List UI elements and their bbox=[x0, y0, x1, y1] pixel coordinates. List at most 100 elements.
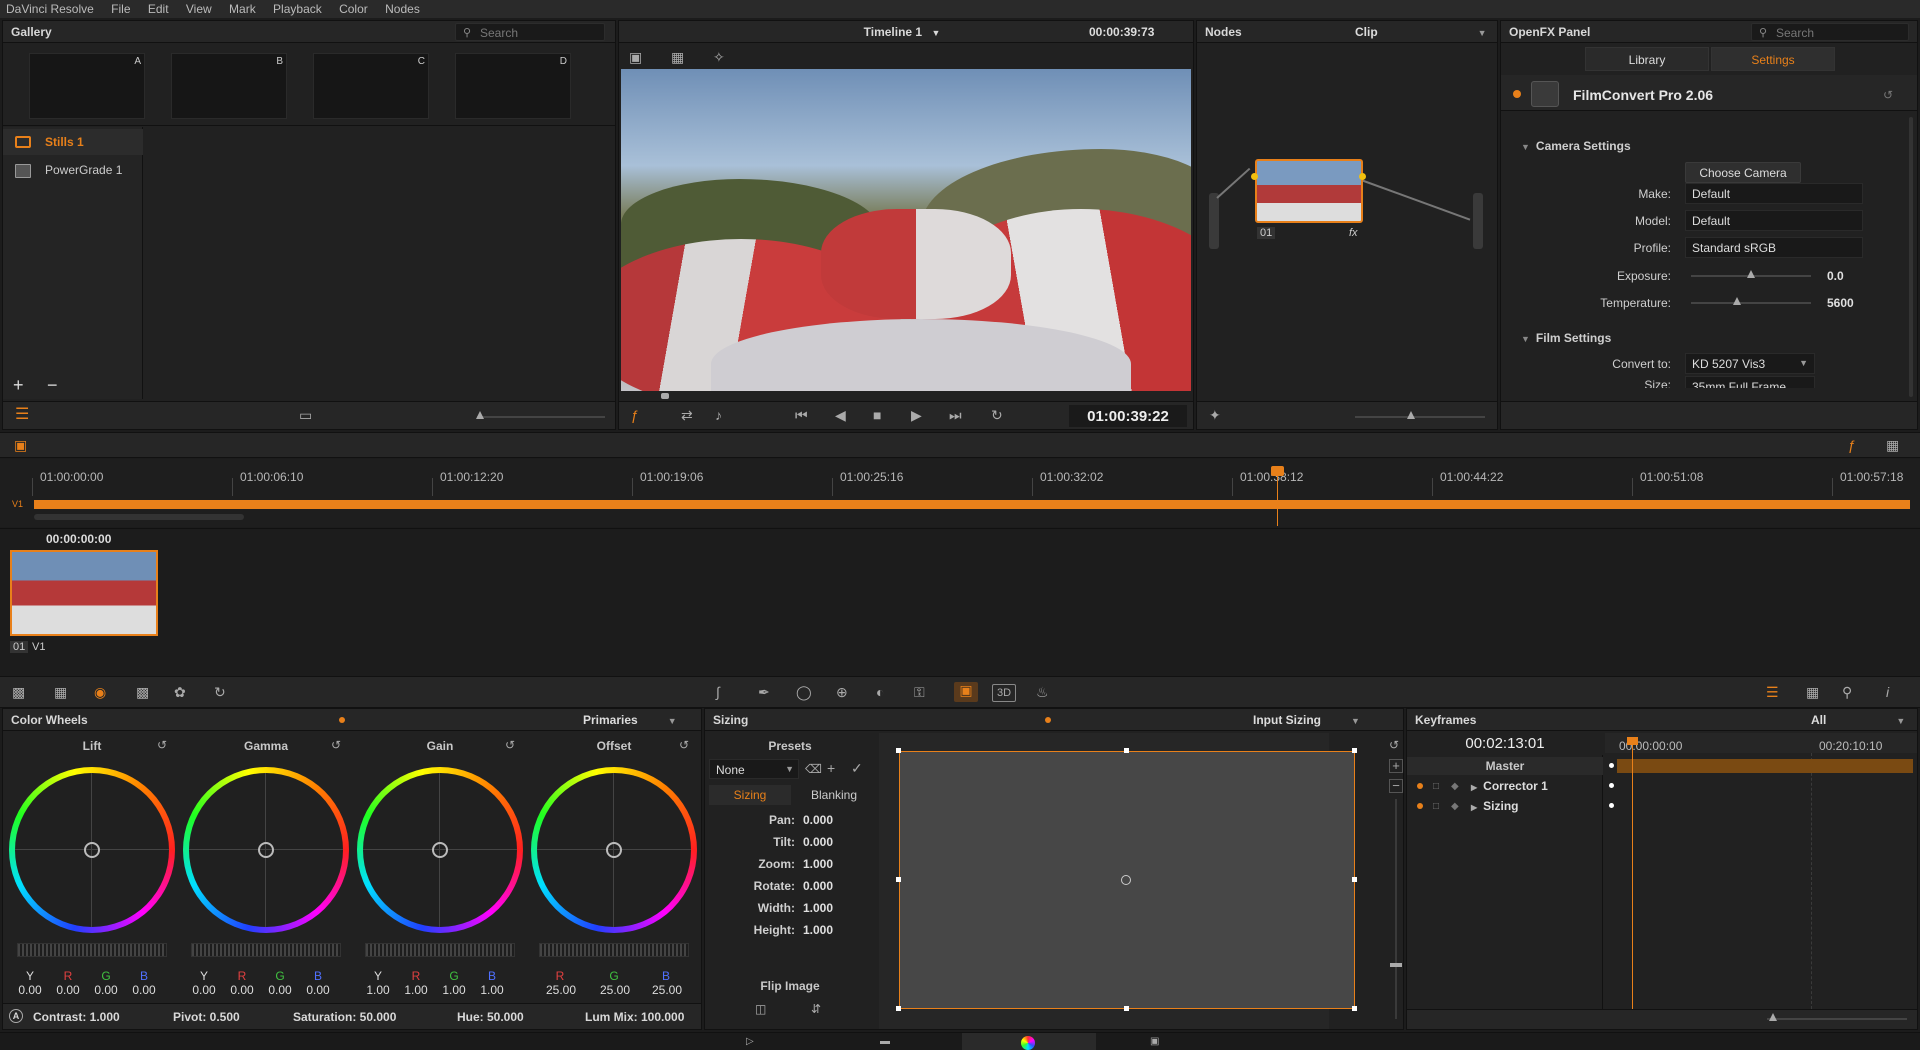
frame-handle[interactable] bbox=[1124, 1006, 1129, 1011]
check-icon[interactable]: ✓ bbox=[851, 760, 863, 776]
kf-zoom-slider[interactable] bbox=[1767, 1018, 1907, 1020]
corrector-enable-dot[interactable] bbox=[1417, 783, 1423, 789]
gallery-slot-d[interactable]: D bbox=[455, 53, 571, 119]
master-wheel[interactable] bbox=[17, 943, 167, 957]
kf-row-corrector[interactable]: ▶ Corrector 1 bbox=[1471, 779, 1548, 793]
reset-view-icon[interactable]: ↺ bbox=[1389, 737, 1399, 753]
rgb-mixer-icon[interactable]: ▩ bbox=[136, 684, 149, 700]
add-icon[interactable]: + bbox=[13, 376, 24, 394]
node-output-dot[interactable] bbox=[1359, 173, 1366, 180]
reset-icon[interactable]: ↺ bbox=[505, 737, 515, 753]
kf-playhead[interactable] bbox=[1632, 741, 1633, 1009]
reset-icon[interactable]: ↺ bbox=[679, 737, 689, 753]
r-value[interactable]: 25.00 bbox=[541, 983, 581, 997]
pivot-value[interactable]: Pivot: 0.500 bbox=[173, 1010, 240, 1024]
list-view-icon[interactable]: ☰ bbox=[15, 407, 29, 423]
master-wheel[interactable] bbox=[539, 943, 689, 957]
kf-master-bar[interactable] bbox=[1617, 759, 1913, 773]
exposure-thumb[interactable] bbox=[1747, 270, 1755, 278]
g-value[interactable]: 0.00 bbox=[265, 983, 295, 997]
color-wheel[interactable] bbox=[531, 767, 697, 933]
qualifier-icon[interactable]: ✒ bbox=[758, 684, 770, 700]
b-value[interactable]: 0.00 bbox=[303, 983, 333, 997]
grid-icon[interactable]: ▦ bbox=[1806, 684, 1819, 700]
temperature-value[interactable]: 5600 bbox=[1827, 296, 1854, 310]
keyframe-icon[interactable]: ◆ bbox=[1451, 779, 1459, 795]
color-wheel[interactable] bbox=[9, 767, 175, 933]
kf-playhead-handle[interactable] bbox=[1627, 737, 1638, 745]
gallery-zoom-thumb[interactable] bbox=[476, 411, 484, 419]
frame-handle[interactable] bbox=[896, 748, 901, 753]
kf-dot[interactable] bbox=[1609, 763, 1614, 768]
keyframes-toggle-icon[interactable]: ☰ bbox=[1766, 684, 1779, 700]
frame-handle[interactable] bbox=[1352, 748, 1357, 753]
height-value[interactable]: 1.000 bbox=[803, 923, 833, 937]
menu-view[interactable]: View bbox=[186, 2, 212, 16]
volume-icon[interactable]: ♪ bbox=[715, 407, 722, 423]
profile-field[interactable]: Standard sRGB bbox=[1685, 237, 1863, 258]
canvas-zoom-thumb[interactable] bbox=[1390, 963, 1402, 967]
flip-horizontal-icon[interactable]: ◫ bbox=[755, 1001, 766, 1017]
tracker-icon[interactable]: ⊕ bbox=[836, 684, 848, 700]
key-icon[interactable]: ⚿ bbox=[914, 684, 925, 700]
album-stills[interactable]: Stills 1 bbox=[3, 129, 143, 155]
reverse-play-icon[interactable]: ◀ bbox=[835, 407, 846, 423]
kf-dot[interactable] bbox=[1609, 803, 1614, 808]
motion-effects-icon[interactable]: ✿ bbox=[174, 684, 186, 700]
shuffle-icon[interactable]: ⇄ bbox=[681, 407, 693, 423]
tab-blanking[interactable]: Blanking bbox=[793, 785, 875, 805]
master-wheel[interactable] bbox=[365, 943, 515, 957]
make-field[interactable]: Default bbox=[1685, 183, 1863, 204]
rotate-value[interactable]: 0.000 bbox=[803, 879, 833, 893]
frame-handle[interactable] bbox=[896, 1006, 901, 1011]
pan-value[interactable]: 0.000 bbox=[803, 813, 833, 827]
frame-handle[interactable] bbox=[1124, 748, 1129, 753]
menu-file[interactable]: File bbox=[111, 2, 130, 16]
3d-icon[interactable]: 3D bbox=[992, 684, 1016, 702]
gallery-slot-c[interactable]: C bbox=[313, 53, 429, 119]
model-field[interactable]: Default bbox=[1685, 210, 1863, 231]
timeline-name[interactable]: Timeline 1 bbox=[864, 25, 922, 39]
reset-icon[interactable]: ↺ bbox=[331, 737, 341, 753]
skip-forward-icon[interactable]: ⏭ bbox=[949, 407, 962, 423]
fx-icon[interactable]: ƒ bbox=[631, 407, 639, 423]
color-wheels-icon[interactable]: ◉ bbox=[94, 684, 106, 700]
grid-view-icon[interactable]: ▦ bbox=[671, 49, 684, 65]
size-dropdown[interactable]: 35mm Full Frame bbox=[1685, 376, 1815, 388]
zoom-out-icon[interactable]: − bbox=[1389, 779, 1403, 793]
node-input-dot[interactable] bbox=[1251, 173, 1258, 180]
kf-dot[interactable] bbox=[1609, 783, 1614, 788]
tab-sizing[interactable]: Sizing bbox=[709, 785, 791, 805]
playhead-handle[interactable] bbox=[1271, 466, 1284, 476]
width-value[interactable]: 1.000 bbox=[803, 901, 833, 915]
color-page-icon[interactable] bbox=[1021, 1036, 1035, 1050]
tab-library[interactable]: Library bbox=[1585, 47, 1709, 71]
gallery-slot-b[interactable]: B bbox=[171, 53, 287, 119]
kf-row-master[interactable]: Master bbox=[1407, 757, 1603, 775]
node-01[interactable] bbox=[1255, 159, 1363, 223]
y-value[interactable]: 0.00 bbox=[15, 983, 45, 997]
b-value[interactable]: 0.00 bbox=[129, 983, 159, 997]
keyframes-filter[interactable]: All ▼ bbox=[1811, 713, 1905, 727]
app-name[interactable]: DaVinci Resolve bbox=[6, 2, 94, 16]
window-icon[interactable]: ◯ bbox=[796, 684, 812, 700]
node-output[interactable] bbox=[1473, 193, 1483, 249]
hue-value[interactable]: Hue: 50.000 bbox=[457, 1010, 524, 1024]
reset-icon[interactable]: ↺ bbox=[157, 737, 167, 753]
sizing-center-icon[interactable] bbox=[1121, 875, 1131, 885]
temperature-slider[interactable] bbox=[1691, 302, 1811, 304]
r-value[interactable]: 0.00 bbox=[227, 983, 257, 997]
zoom-value[interactable]: 1.000 bbox=[803, 857, 833, 871]
node-tool-icon[interactable]: ✦ bbox=[1209, 407, 1221, 423]
frame-handle[interactable] bbox=[1352, 1006, 1357, 1011]
gallery-zoom-slider[interactable] bbox=[477, 416, 605, 418]
menu-playback[interactable]: Playback bbox=[273, 2, 322, 16]
skip-back-icon[interactable]: ⏮ bbox=[795, 407, 808, 423]
deliver-page-icon[interactable]: ▣ bbox=[1150, 1034, 1159, 1050]
openfx-scrollbar[interactable] bbox=[1909, 117, 1913, 397]
tilt-value[interactable]: 0.000 bbox=[803, 835, 833, 849]
flip-vertical-icon[interactable]: ⇵ bbox=[811, 1001, 821, 1017]
b-value[interactable]: 1.00 bbox=[477, 983, 507, 997]
menu-mark[interactable]: Mark bbox=[229, 2, 256, 16]
keyframe-icon[interactable]: ◆ bbox=[1451, 799, 1459, 815]
